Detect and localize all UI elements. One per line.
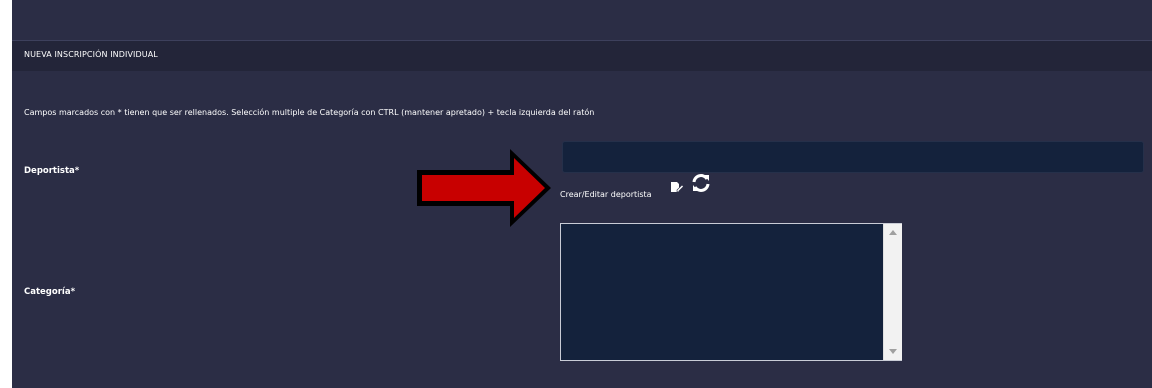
annotation-arrow-icon: [417, 149, 551, 227]
edit-icon[interactable]: [670, 180, 684, 194]
required-fields-hint: Campos marcados con * tienen que ser rel…: [24, 108, 595, 117]
deportista-input[interactable]: [562, 141, 1144, 173]
form-header: [12, 40, 1152, 71]
deportista-label: Deportista*: [24, 166, 80, 176]
categoria-multiselect[interactable]: [560, 223, 902, 361]
crear-editar-deportista-link[interactable]: Crear/Editar deportista: [560, 190, 652, 199]
page-margin: [0, 0, 12, 388]
scroll-up-icon[interactable]: [889, 230, 897, 235]
form-title: NUEVA INSCRIPCIÓN INDIVIDUAL: [24, 50, 158, 59]
categoria-scrollbar[interactable]: [883, 224, 902, 360]
categoria-label: Categoría*: [24, 287, 76, 297]
refresh-icon[interactable]: [690, 172, 712, 194]
scroll-down-icon[interactable]: [889, 349, 897, 354]
